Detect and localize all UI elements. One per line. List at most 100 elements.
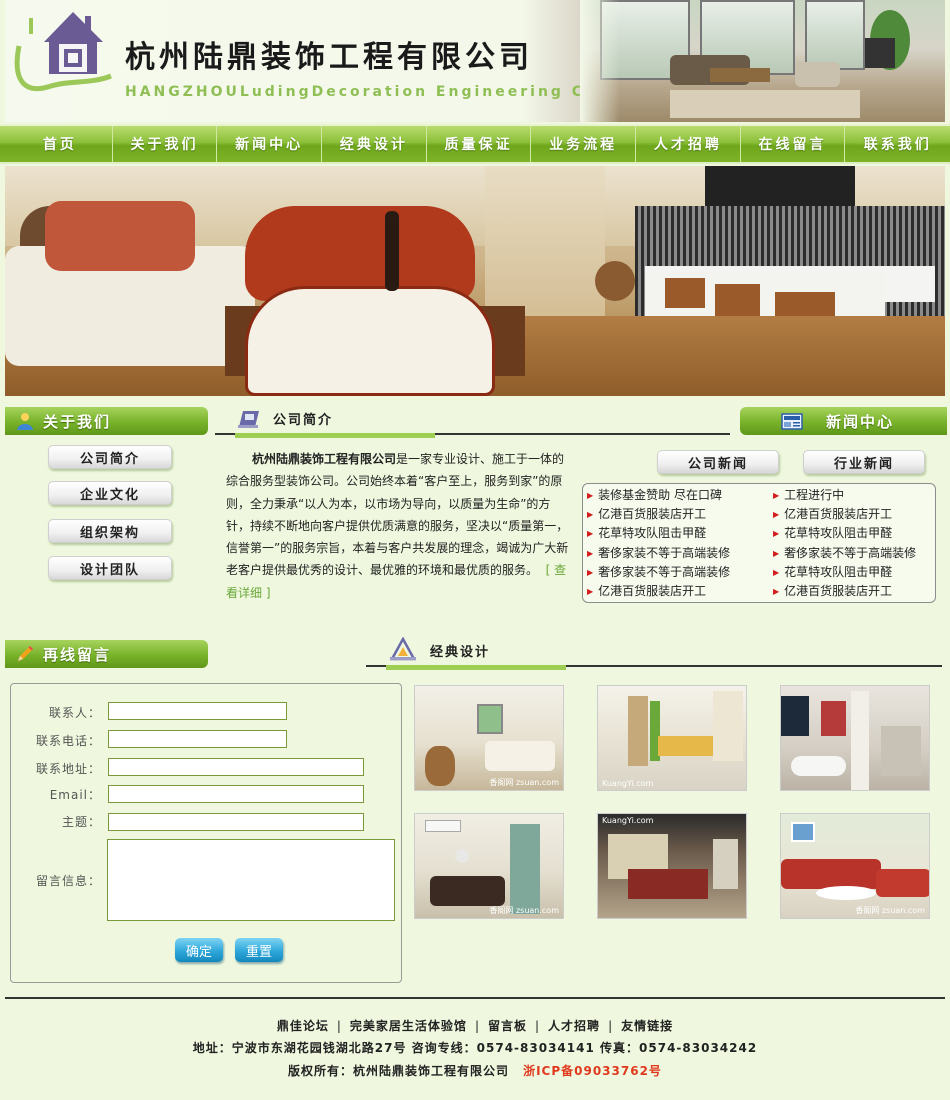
design-thumbnail[interactable]: KuangYi.com [597,685,747,791]
news-item[interactable]: ▶ 花草特攻队阻击甲醛 [773,524,916,543]
separator: | [608,1019,614,1033]
news-item[interactable]: ▶ 亿港百货服装店开工 [773,582,916,601]
design-thumbnail[interactable] [780,685,930,791]
tab-company-news[interactable]: 公司新闻 [657,450,779,474]
bullet-icon: ▶ [773,510,780,520]
footer-link-jobs[interactable]: 人才招聘 [548,1019,600,1033]
intro-body: 是一家专业设计、施工于一体的综合服务型装饰公司。公司始终本着“客户至上，服务到家… [226,452,569,578]
news-item-title: 花草特攻队阻击甲醛 [784,564,893,579]
nav-home[interactable]: 首页 [8,126,113,162]
phone-field[interactable] [108,730,287,748]
news-item[interactable]: ▶ 装修基金赞助 尽在口碑 [587,486,730,505]
intro-title-underline [235,433,435,438]
watermark: 香阁网 zsuan.com [855,906,925,915]
watermark: 香阁网 zsuan.com [489,778,559,787]
message-section-header: 再线留言 [5,640,208,668]
bullet-icon: ▶ [587,491,594,500]
news-item-title: 奢侈家装不等于高端装修 [598,545,731,560]
nav-about[interactable]: 关于我们 [113,126,218,162]
subject-field[interactable] [108,813,364,831]
news-list-box: ▶ 装修基金赞助 尽在口碑 ▶ 亿港百货服装店开工 ▶ 花草特攻队阻击甲醛 ▶ 奢侈家装… [582,483,936,603]
news-item[interactable]: ▶ 工程进行中 [773,486,916,505]
news-item[interactable]: ▶ 亿港百货服装店开工 [587,505,730,524]
news-item[interactable]: ▶ 奢侈家装不等于高端装修 [773,544,916,563]
message-textarea[interactable] [107,839,395,921]
design-thumbnail[interactable]: 香阁网 zsuan.com [414,813,564,919]
bullet-icon: ▶ [587,567,594,577]
bullet-icon: ▶ [773,491,780,500]
company-news-list: ▶ 装修基金赞助 尽在口碑 ▶ 亿港百货服装店开工 ▶ 花草特攻队阻击甲醛 ▶ 奢侈家装… [587,486,730,601]
footer-link-guestbook[interactable]: 留言板 [488,1019,527,1033]
nav-message[interactable]: 在线留言 [741,126,846,162]
drafting-triangle-icon [390,637,416,661]
about-section-title: 关于我们 [43,412,112,431]
submit-button[interactable]: 确定 [175,938,223,962]
sidebar-item-company-profile[interactable]: 公司简介 [48,445,172,469]
sidebar-item-organization[interactable]: 组织架构 [48,519,172,543]
email-field[interactable] [108,785,364,803]
person-icon [17,413,33,430]
news-item-title: 花草特攻队阻击甲醛 [598,526,707,541]
message-form: 联系人： 联系电话： 联系地址： Email： 主题： 留言信息： 确定 重置 [10,683,402,983]
nav-design[interactable]: 经典设计 [322,126,427,162]
news-item[interactable]: ▶ 奢侈家装不等于高端装修 [587,563,730,582]
document-icon [238,411,259,428]
bullet-icon: ▶ [587,529,594,539]
footer-divider [5,997,945,999]
design-thumbnail[interactable]: 香阁网 zsuan.com [780,813,930,919]
bullet-icon: ▶ [773,529,780,539]
footer-address: 地址：宁波市东湖花园钱湖北路27号 咨询专线：0574-83034141 传真：… [192,1041,758,1055]
message-label: 留言信息： [35,874,101,888]
footer-link-experience[interactable]: 完美家居生活体验馆 [350,1019,467,1033]
header-interior-photo [580,0,945,122]
design-thumbnail[interactable]: 香阁网 zsuan.com [414,685,564,791]
news-item-title: 亿港百货服装店开工 [598,507,707,522]
watermark: 香阁网 zsuan.com [489,906,559,915]
contact-label: 联系人： [48,706,101,720]
contact-field[interactable] [108,702,287,720]
watermark: KuangYi.com [602,779,654,788]
intro-paragraph: 杭州陆鼎装饰工程有限公司是一家专业设计、施工于一体的综合服务型装饰公司。公司始终… [226,448,571,604]
news-item-title: 亿港百货服装店开工 [784,507,893,522]
nav-quality[interactable]: 质量保证 [427,126,532,162]
address-field[interactable] [108,758,364,776]
news-item-title: 亿港百货服装店开工 [598,583,707,598]
header: 杭州陆鼎装饰工程有限公司 HANGZHOULudingDecoration En… [5,0,945,122]
page: 杭州陆鼎装饰工程有限公司 HANGZHOULudingDecoration En… [0,0,950,1100]
footer-links: 鼎佳论坛 | 完美家居生活体验馆 | 留言板 | 人才招聘 | 友情链接 [0,1017,950,1034]
reset-button[interactable]: 重置 [235,938,283,962]
news-item[interactable]: ▶ 花草特攻队阻击甲醛 [587,524,730,543]
news-item-title: 奢侈家装不等于高端装修 [784,545,917,560]
nav-process[interactable]: 业务流程 [531,126,637,162]
company-name: 杭州陆鼎装饰工程有限公司 [125,40,533,75]
design-thumbnail[interactable]: KuangYi.com [597,813,747,919]
news-item[interactable]: ▶ 奢侈家装不等于高端装修 [587,544,730,563]
news-item[interactable]: ▶ 亿港百货服装店开工 [587,582,730,601]
sidebar-item-culture[interactable]: 企业文化 [48,481,172,505]
nav-news[interactable]: 新闻中心 [217,126,323,162]
news-item-title: 工程进行中 [784,488,845,502]
address-label: 联系地址： [35,762,101,776]
separator: | [474,1019,480,1033]
news-item-title: 亿港百货服装店开工 [784,583,893,598]
bullet-icon: ▶ [773,586,780,596]
nav-contact[interactable]: 联系我们 [845,126,950,162]
news-item[interactable]: ▶ 亿港百货服装店开工 [773,505,916,524]
footer-link-friends[interactable]: 友情链接 [621,1019,673,1033]
subject-label: 主题： [61,815,101,829]
industry-news-list: ▶ 工程进行中 ▶ 亿港百货服装店开工 ▶ 花草特攻队阻击甲醛 ▶ 奢侈家装不等于高端装… [773,486,916,601]
icp-license-link[interactable]: 浙ICP备09033762号 [523,1064,662,1078]
news-item[interactable]: ▶ 花草特攻队阻击甲醛 [773,563,916,582]
company-english-name: HANGZHOULudingDecoration Engineering Co.… [125,84,657,100]
footer-link-forum[interactable]: 鼎佳论坛 [277,1019,329,1033]
watermark: KuangYi.com [602,816,654,825]
message-section-title: 再线留言 [43,645,112,664]
bullet-icon: ▶ [587,510,594,520]
nav-jobs[interactable]: 人才招聘 [636,126,741,162]
tab-industry-news[interactable]: 行业新闻 [803,450,925,474]
intro-company-name: 杭州陆鼎装饰工程有限公司 [252,452,397,466]
sidebar-item-design-team[interactable]: 设计团队 [48,556,172,580]
bullet-icon: ▶ [587,586,594,596]
design-header: 经典设计 [366,637,942,670]
phone-label: 联系电话： [35,734,101,748]
